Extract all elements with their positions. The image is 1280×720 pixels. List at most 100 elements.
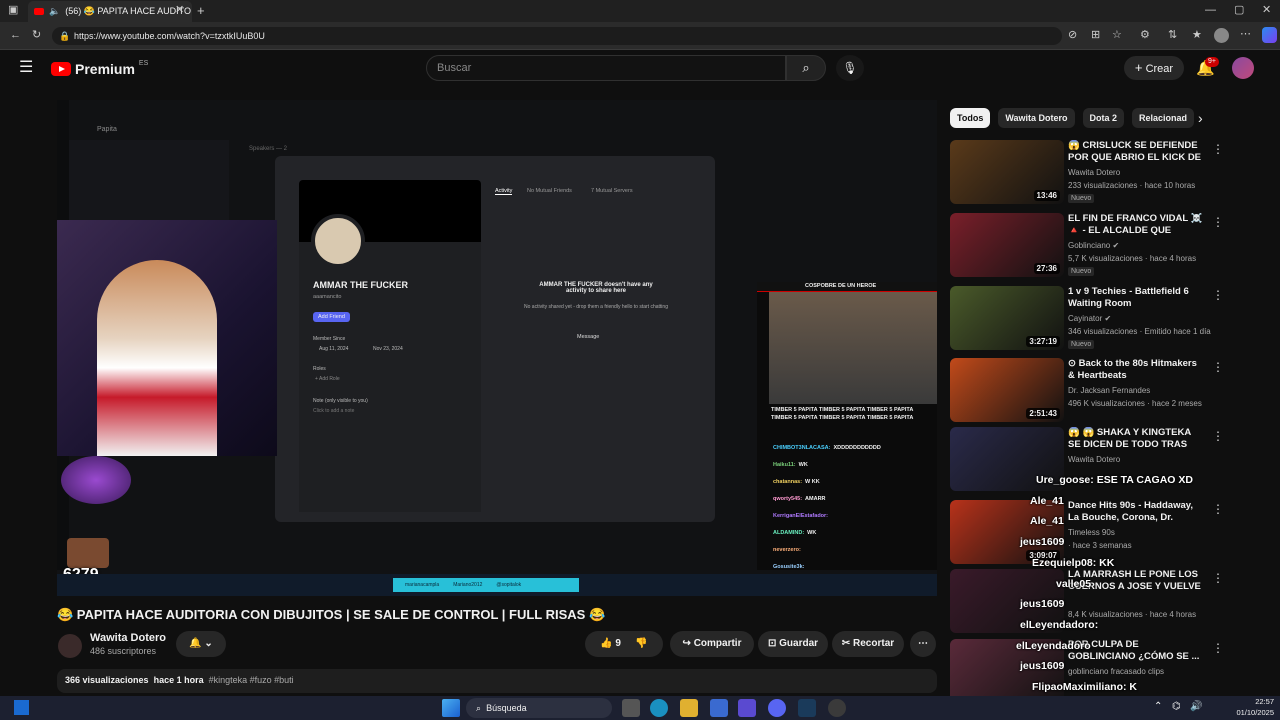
channel-name[interactable]: Wawita Dotero (90, 632, 166, 644)
favorites-icon[interactable]: ★ (1192, 30, 1202, 41)
video-title[interactable]: ⊙ Back to the 80s Hitmakers & Heartbeats (1068, 358, 1204, 382)
hashtags[interactable]: #kingteka #fuzo #buti (209, 675, 294, 685)
chip-related[interactable]: Relacionad (1132, 108, 1195, 128)
video-channel[interactable]: goblinciano fracasado clips (1068, 667, 1164, 676)
video-channel[interactable]: Timeless 90s (1068, 528, 1115, 537)
chat-user: elLeyendadoro (1016, 640, 1091, 652)
stream-banner: COSPOBRE DE UN HEROE (805, 283, 877, 289)
sync-icon[interactable]: ⇅ (1168, 30, 1177, 41)
tab-mutual-friends: No Mutual Friends (527, 188, 572, 194)
create-button[interactable]: + Crear (1124, 56, 1184, 80)
search-input[interactable]: Buscar (426, 55, 786, 81)
video-thumbnail[interactable]: 27:36 (950, 213, 1064, 277)
video-channel[interactable]: Goblinciano ✔ (1068, 241, 1119, 250)
chip-channel[interactable]: Wawita Dotero (998, 108, 1075, 128)
close-tab-icon[interactable]: ✕ (175, 5, 184, 16)
more-vert-icon[interactable]: ⋮ (1212, 571, 1224, 585)
copilot-icon[interactable] (1262, 27, 1277, 43)
file-explorer-icon[interactable] (680, 699, 698, 717)
obs-icon[interactable] (828, 699, 846, 717)
dislike-button[interactable]: 👎 (635, 631, 647, 657)
stream-cam (769, 292, 937, 404)
video-title[interactable]: EL FIN DE FRANCO VIDAL ☠️ 🔺 - EL ALCALDE… (1068, 213, 1204, 237)
video-thumbnail[interactable]: 3:27:19 (950, 286, 1064, 350)
video-channel[interactable]: Wawita Dotero (1068, 455, 1120, 464)
edge-icon[interactable] (650, 699, 668, 717)
more-vert-icon[interactable]: ⋮ (1212, 641, 1224, 655)
recommended-video[interactable]: 27:36 EL FIN DE FRANCO VIDAL ☠️ 🔺 - EL AL… (950, 213, 1224, 279)
sidebar-toggle-icon[interactable]: ▣ (8, 5, 18, 16)
steam-icon[interactable] (798, 699, 816, 717)
discord-icon[interactable] (768, 699, 786, 717)
save-button[interactable]: ⊡ Guardar (758, 631, 828, 657)
search-button[interactable]: ⌕ (786, 55, 826, 81)
task-view-icon[interactable] (622, 699, 640, 717)
url-field[interactable]: 🔒 https://www.youtube.com/watch?v=tzxtkI… (52, 27, 1062, 45)
more-vert-icon[interactable]: ⋮ (1212, 288, 1224, 302)
video-title[interactable]: 1 v 9 Techies - Battlefield 6 Waiting Ro… (1068, 286, 1204, 310)
like-button[interactable]: 👍 9 (600, 631, 621, 657)
clock-date[interactable]: 01/10/2025 (1224, 708, 1274, 717)
video-title[interactable]: 😱 😱 SHAKA Y KINGTEKA SE DICEN DE TODO TR… (1068, 427, 1204, 451)
more-vert-icon[interactable]: ⋮ (1212, 215, 1224, 229)
windows-logo-icon[interactable] (442, 699, 460, 717)
tray-chevron-icon[interactable]: ⌃ (1154, 701, 1162, 712)
mute-icon[interactable]: 🔈 (49, 6, 60, 17)
menu-icon[interactable]: ☰ (19, 60, 33, 76)
minimize-icon[interactable]: — (1205, 5, 1216, 16)
subscribed-bell-button[interactable]: 🔔 ⌄ (176, 631, 226, 657)
share-button[interactable]: ↪ Compartir (670, 631, 754, 657)
taskbar-search[interactable]: ⌕ Búsqueda (466, 698, 612, 718)
clock-time[interactable]: 22:57 (1224, 697, 1274, 706)
translate-icon[interactable]: ⊘ (1068, 30, 1077, 41)
description-box[interactable]: 366 visualizaciones hace 1 hora #kingtek… (57, 669, 937, 693)
more-vert-icon[interactable]: ⋮ (1212, 142, 1224, 156)
chat-user: jeus1609 (1020, 536, 1065, 548)
chip-dota2[interactable]: Dota 2 (1082, 108, 1125, 128)
tray-network-icon[interactable]: ⌬ (1172, 701, 1181, 712)
close-window-icon[interactable]: ✕ (1262, 5, 1271, 16)
video-thumbnail[interactable]: 13:46 (950, 140, 1064, 204)
more-icon[interactable]: ⋯ (1240, 29, 1251, 40)
recommended-video[interactable]: 2:51:43 ⊙ Back to the 80s Hitmakers & Hea… (950, 358, 1224, 424)
clip-button[interactable]: ✂ Recortar (832, 631, 904, 657)
more-actions-button[interactable]: ⋯ (910, 631, 936, 657)
reload-icon[interactable]: ↻ (32, 30, 41, 41)
video-channel[interactable]: Dr. Jacksan Fernandes (1068, 386, 1150, 395)
chevron-right-icon[interactable]: › (1198, 110, 1203, 126)
chip-all[interactable]: Todos (950, 108, 991, 128)
brand-label: Premium (75, 61, 135, 77)
bookmark-star-icon[interactable]: ☆ (1112, 30, 1122, 41)
maximize-icon[interactable]: ▢ (1234, 5, 1244, 16)
new-tab-icon[interactable]: + (197, 4, 205, 17)
video-channel[interactable]: Wawita Dotero (1068, 168, 1120, 177)
profile-avatar[interactable] (1214, 28, 1229, 43)
video-channel[interactable]: Cayinator ✔ (1068, 314, 1111, 323)
voice-search-button[interactable]: 🎙 (836, 55, 864, 81)
recommended-video[interactable]: 13:46 😱 CRISLUCK SE DEFIENDE POR QUE ABRI… (950, 140, 1224, 206)
chat-message: : K (1123, 681, 1138, 693)
more-vert-icon[interactable]: ⋮ (1212, 429, 1224, 443)
more-vert-icon[interactable]: ⋮ (1212, 502, 1224, 516)
back-icon[interactable]: ← (10, 30, 21, 41)
extensions-icon[interactable]: ⚙ (1140, 30, 1150, 41)
empty-activity-sub: No activity shared yet - drop them a fri… (524, 304, 668, 310)
channel-avatar[interactable] (58, 634, 82, 658)
browser-tab[interactable]: 🔈 (56) 😂 PAPITA HACE AUDITO (28, 1, 192, 22)
teams-icon[interactable] (738, 699, 756, 717)
recommended-video[interactable]: 3:27:19 1 v 9 Techies - Battlefield 6 Wai… (950, 286, 1224, 352)
video-title[interactable]: Dance Hits 90s - Haddaway, La Bouche, Co… (1068, 500, 1204, 524)
account-avatar[interactable] (1232, 57, 1254, 79)
tray-volume-icon[interactable]: 🔊 (1190, 701, 1202, 712)
video-thumbnail[interactable]: 3:09:07 (950, 500, 1064, 564)
start-button[interactable] (14, 700, 29, 715)
microphone-icon: 🎙 (842, 61, 858, 75)
store-icon[interactable] (710, 699, 728, 717)
video-player[interactable]: Papita Speakers — 2 AMMAR THE FUCKER aaa… (57, 100, 937, 596)
youtube-logo[interactable]: Premium ES (51, 60, 148, 78)
video-title[interactable]: 😱 CRISLUCK SE DEFIENDE POR QUE ABRIO EL … (1068, 140, 1204, 164)
inner-tab-3: @sopitalok (496, 582, 522, 588)
apps-icon[interactable]: ⊞ (1091, 30, 1100, 41)
video-thumbnail[interactable]: 2:51:43 (950, 358, 1064, 422)
more-vert-icon[interactable]: ⋮ (1212, 360, 1224, 374)
